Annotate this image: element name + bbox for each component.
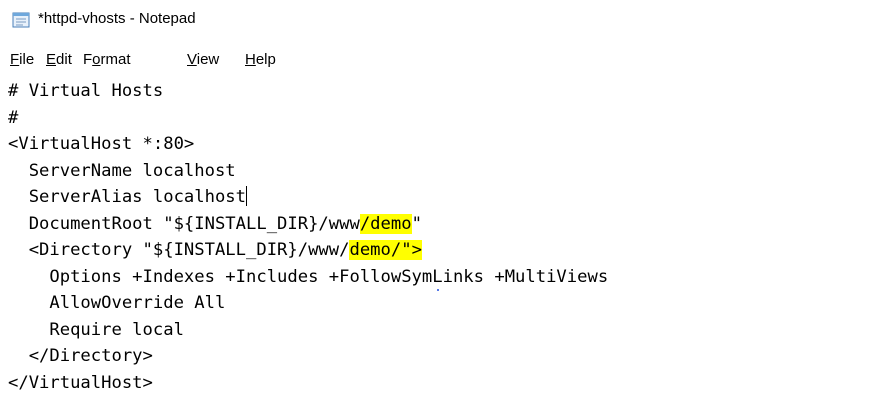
menu-help-rest: elp [255, 51, 276, 68]
menu-edit[interactable]: Edit [46, 51, 72, 68]
code-line: # Virtual Hosts [8, 81, 164, 101]
text-caret [246, 186, 247, 206]
menu-file[interactable]: File [10, 51, 34, 68]
code-line: </VirtualHost> [8, 372, 153, 393]
menu-format-rest: rmat [100, 51, 131, 68]
menu-view-acc: V [187, 51, 197, 68]
code-line: <Directory "${INSTALL_DIR}/www/ [8, 240, 350, 260]
menu-help-acc: H [245, 51, 256, 68]
menu-help[interactable]: Help [245, 51, 276, 68]
code-line: DocumentRoot "${INSTALL_DIR}/www [8, 213, 360, 234]
code-line-tail: " [411, 213, 422, 234]
menu-view[interactable]: View [187, 51, 219, 68]
code-line: # [8, 107, 19, 128]
menu-bar: File Edit Format View Help [0, 48, 878, 74]
notepad-icon [12, 12, 30, 28]
code-line: </Directory> [8, 346, 153, 366]
code-line: ServerAlias localhost [8, 187, 246, 207]
menu-edit-rest: dit [56, 51, 72, 68]
code-line: <VirtualHost *:80> [8, 134, 195, 154]
menu-file-acc: F [10, 51, 20, 68]
menu-format-acc: o [92, 51, 101, 68]
stray-dot [437, 289, 439, 291]
menu-format-pre: F [83, 51, 93, 68]
title-bar[interactable]: *httpd-vhosts - Notepad [0, 0, 878, 44]
window-title: *httpd-vhosts - Notepad [38, 10, 196, 27]
code-line: Options +Indexes +Includes +FollowSymLin… [8, 266, 609, 287]
menu-edit-acc: E [46, 51, 57, 68]
highlighted-text: demo/"> [349, 240, 422, 260]
menu-format[interactable]: Format [83, 51, 131, 68]
highlighted-text: /demo [359, 213, 412, 234]
editor-content[interactable]: # Virtual Hosts # <VirtualHost *:80> Ser… [8, 78, 608, 393]
notepad-window: *httpd-vhosts - Notepad File Edit Format… [0, 0, 878, 393]
code-line: Require local [8, 319, 184, 340]
code-line: AllowOverride All [8, 293, 226, 313]
text-editor[interactable]: # Virtual Hosts # <VirtualHost *:80> Ser… [0, 76, 878, 393]
code-line: ServerName localhost [8, 160, 236, 181]
menu-view-rest: iew [196, 51, 220, 68]
menu-file-rest: ile [19, 51, 35, 68]
